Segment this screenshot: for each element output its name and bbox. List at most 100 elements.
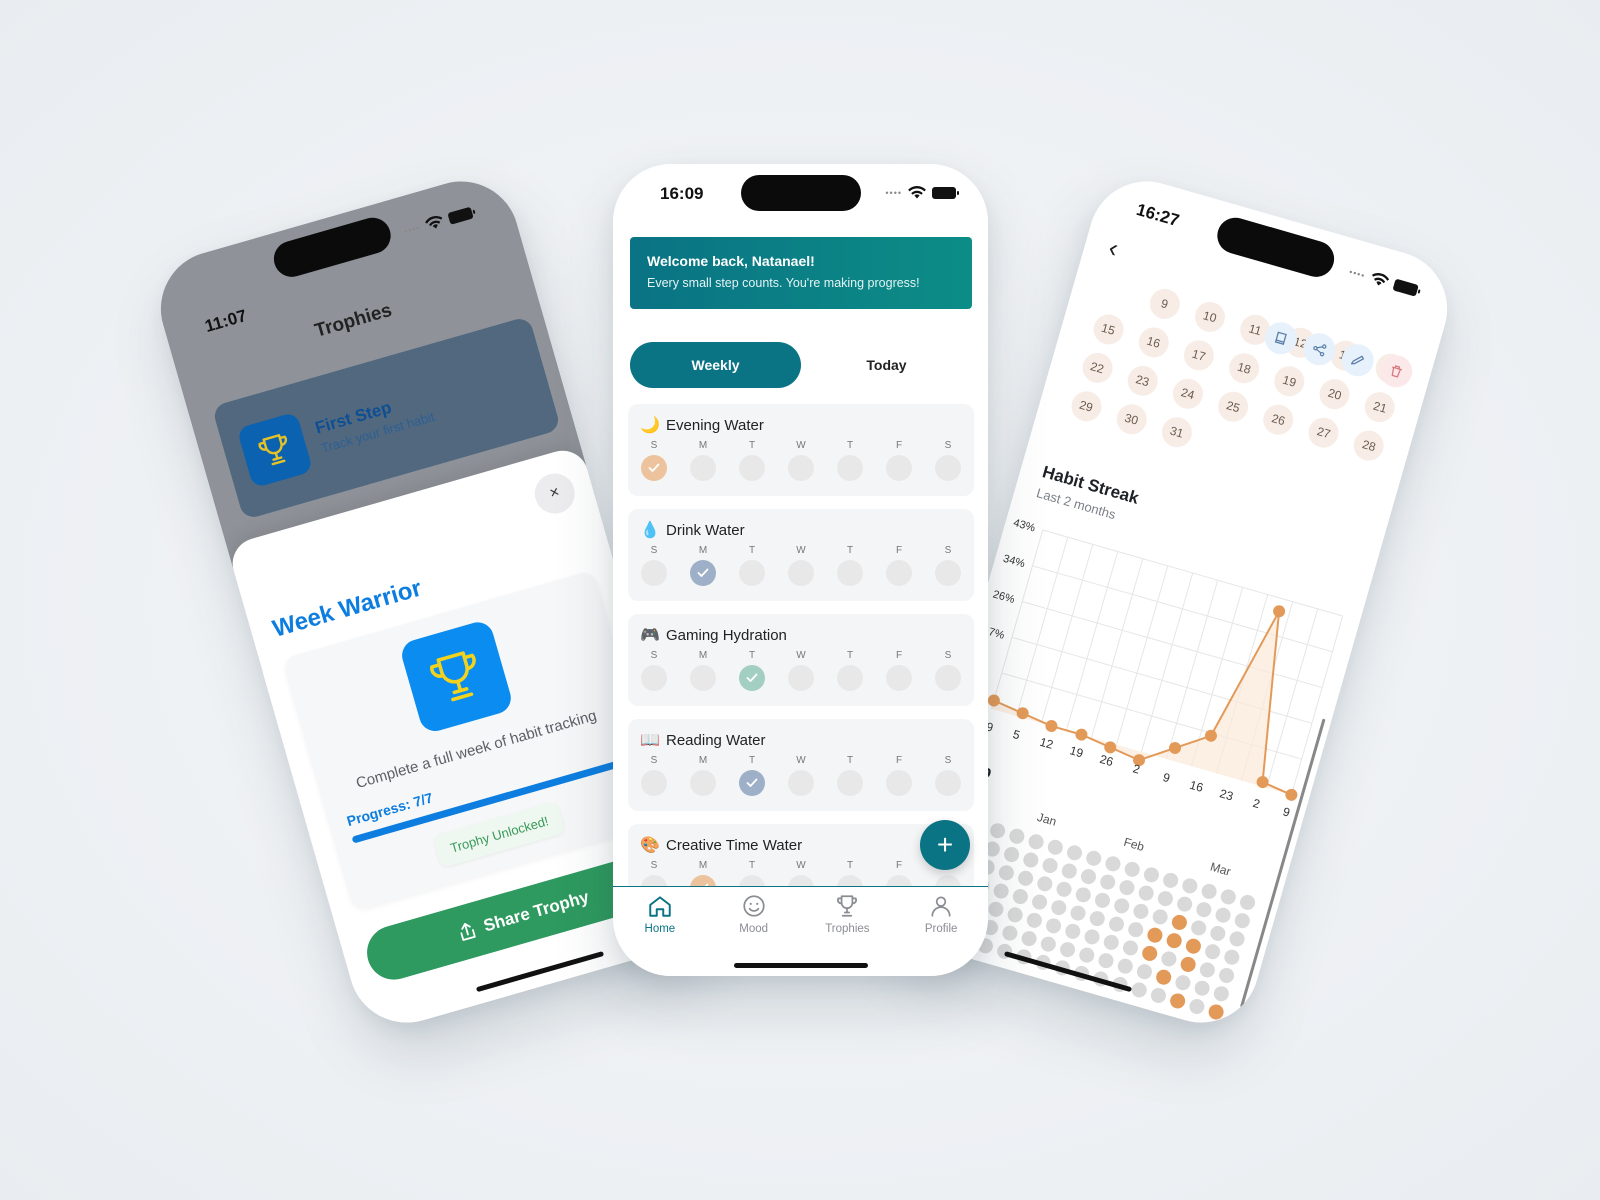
grid-line — [1290, 615, 1344, 795]
calendar-day[interactable]: 26 — [1259, 401, 1297, 439]
calendar-day[interactable]: 28 — [1350, 427, 1388, 465]
day-toggle[interactable] — [788, 560, 814, 586]
calendar-day[interactable]: 22 — [1078, 349, 1116, 387]
week-row: SMTWTFS — [640, 440, 962, 481]
day-toggle[interactable] — [788, 770, 814, 796]
calendar-day[interactable]: 31 — [1158, 413, 1196, 451]
heatmap-cell — [1112, 896, 1131, 916]
heatmap-cell — [1040, 856, 1060, 875]
day-toggle[interactable] — [837, 665, 863, 691]
back-button[interactable]: ‹ — [1105, 232, 1122, 264]
welcome-banner: Welcome back, Natanael! Every small step… — [630, 237, 972, 309]
calendar-day[interactable]: 25 — [1214, 388, 1252, 426]
day-column: M — [690, 650, 716, 691]
calendar-day[interactable]: 29 — [1067, 387, 1105, 425]
habit-card[interactable]: 📖 Reading Water S M T W T F S — [628, 719, 974, 811]
day-column: S — [935, 545, 961, 586]
close-button[interactable]: × — [530, 468, 580, 519]
check-icon — [746, 673, 758, 682]
calendar-day[interactable]: 27 — [1305, 414, 1343, 452]
heatmap-cell — [1192, 978, 1212, 998]
habit-card[interactable]: 🌙 Evening Water S M T W T F S — [628, 404, 974, 496]
calendar-day[interactable]: 10 — [1191, 298, 1229, 336]
day-toggle[interactable] — [690, 770, 716, 796]
day-toggle[interactable] — [837, 455, 863, 481]
day-toggle[interactable] — [837, 770, 863, 796]
habit-name: Reading Water — [666, 731, 766, 749]
heatmap-cell — [988, 821, 1007, 841]
calendar-day[interactable]: 23 — [1123, 362, 1162, 400]
segment-today[interactable]: Today — [801, 342, 972, 388]
x-tick-label: 2 — [1131, 761, 1142, 776]
day-toggle[interactable] — [886, 560, 912, 586]
day-toggle[interactable] — [886, 770, 912, 796]
habit-streak-chart: 43%34%26%17%9%29512192629162329 — [971, 517, 1344, 820]
calendar-day[interactable]: 24 — [1169, 375, 1207, 413]
streak-point — [1273, 605, 1286, 618]
day-toggle[interactable] — [935, 455, 961, 481]
add-habit-button[interactable]: + — [920, 820, 970, 870]
day-toggle[interactable] — [690, 665, 716, 691]
heatmap-cell — [1096, 951, 1116, 970]
day-letter: T — [748, 440, 756, 451]
day-toggle[interactable] — [690, 455, 716, 481]
day-column: S — [935, 755, 961, 796]
calendar-day[interactable]: 18 — [1225, 349, 1263, 387]
day-toggle-completed[interactable] — [690, 560, 716, 586]
day-toggle[interactable] — [886, 665, 912, 691]
grid-line — [1090, 558, 1144, 738]
tab-home[interactable]: Home — [620, 893, 700, 976]
calendar-day[interactable]: 19 — [1270, 362, 1308, 400]
day-toggle[interactable] — [739, 560, 765, 586]
day-toggle-completed[interactable] — [739, 770, 765, 796]
book-icon — [1274, 331, 1287, 345]
habit-card[interactable]: 🎮 Gaming Hydration S M T W T F S — [628, 614, 974, 706]
day-toggle[interactable] — [935, 770, 961, 796]
day-toggle[interactable] — [641, 770, 667, 796]
tab-profile[interactable]: Profile — [901, 893, 981, 976]
week-row: SMTWTFS — [640, 650, 962, 691]
day-toggle[interactable] — [837, 560, 863, 586]
calendar-day[interactable]: 15 — [1089, 310, 1127, 348]
status-time: 16:27 — [1134, 199, 1182, 231]
day-toggle[interactable] — [935, 665, 961, 691]
y-tick-label: 26% — [991, 588, 1016, 606]
segment-weekly[interactable]: Weekly — [630, 342, 801, 388]
x-tick-label: 26 — [1098, 752, 1115, 769]
habit-title: 🎮 Gaming Hydration — [640, 625, 962, 645]
day-toggle[interactable] — [886, 455, 912, 481]
habit-card[interactable]: 💧 Drink Water S M T W T F S — [628, 509, 974, 601]
heatmap-cell — [1058, 940, 1077, 959]
day-toggle[interactable] — [739, 455, 765, 481]
battery-icon — [932, 186, 959, 199]
calendar-day[interactable]: 30 — [1112, 400, 1150, 438]
calendar-day[interactable]: 17 — [1180, 336, 1218, 374]
day-toggle-completed[interactable] — [641, 455, 667, 481]
day-column: M — [690, 440, 716, 481]
day-toggle[interactable] — [641, 665, 667, 691]
day-column: S — [641, 650, 667, 691]
heatmap-cell — [1126, 920, 1145, 939]
habit-emoji-icon: 🎮 — [640, 627, 660, 644]
heatmap-cell — [1184, 936, 1203, 956]
day-toggle[interactable] — [935, 560, 961, 586]
heatmap-cell — [1117, 878, 1137, 897]
day-column: W — [788, 545, 814, 586]
day-letter: M — [698, 545, 708, 556]
streak-point — [1045, 720, 1058, 733]
day-toggle[interactable] — [788, 665, 814, 691]
heatmap-cell — [1107, 914, 1126, 934]
day-toggle[interactable] — [788, 455, 814, 481]
habit-title: 🎨 Creative Time Water — [640, 835, 962, 855]
day-letter: T — [748, 755, 756, 766]
calendar-day[interactable]: 20 — [1316, 375, 1354, 413]
share-icon — [460, 923, 476, 942]
calendar-day[interactable]: 9 — [1145, 285, 1184, 323]
day-column: T — [739, 650, 765, 691]
calendar-day[interactable]: 21 — [1361, 388, 1399, 426]
calendar-day[interactable]: 16 — [1134, 323, 1173, 361]
day-toggle-completed[interactable] — [739, 665, 765, 691]
day-column: T — [739, 755, 765, 796]
heatmap-cell — [1154, 967, 1173, 987]
day-toggle[interactable] — [641, 560, 667, 586]
